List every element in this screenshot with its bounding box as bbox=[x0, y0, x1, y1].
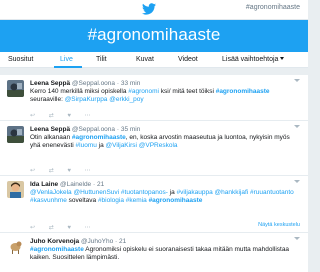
active-tab-indicator bbox=[54, 66, 82, 68]
avatar[interactable] bbox=[7, 238, 24, 255]
author-handle[interactable]: @Seppal.oona bbox=[72, 126, 115, 133]
top-bar: #agronomihaaste bbox=[0, 0, 308, 20]
tab-more-options[interactable]: Lisää vaihtoehtoja bbox=[222, 56, 285, 63]
tweet-time[interactable]: 33 min bbox=[121, 80, 141, 87]
more-icon[interactable]: ⋯ bbox=[85, 112, 91, 119]
tweet-text-fragment: ksi/ mitä teet töiksi bbox=[158, 88, 216, 95]
chevron-down-icon[interactable] bbox=[294, 79, 300, 82]
separator-dot: · bbox=[115, 238, 118, 245]
more-icon[interactable]: ⋯ bbox=[85, 224, 91, 231]
hashtag-link[interactable]: #luomu bbox=[76, 142, 97, 149]
tweet-header: Leena Seppä @Seppal.oona · 33 min bbox=[30, 80, 300, 87]
caret-down-icon bbox=[280, 57, 285, 60]
hashtag-link[interactable]: #ruuantuotanto bbox=[250, 189, 294, 196]
tweet-header: Leena Seppä @Seppal.oona · 35 min bbox=[30, 126, 300, 133]
tweet-text-fragment: ja bbox=[167, 189, 177, 196]
tweet-text: Otin alkanaan #agronomihaaste, en, koska… bbox=[30, 134, 300, 150]
retweet-icon[interactable]: ⇄ bbox=[49, 224, 54, 231]
tweet-text: Kerro 140 merkillä miksi opiskella #agro… bbox=[30, 88, 300, 104]
hashtag-link[interactable]: #kasvunhme bbox=[30, 197, 67, 204]
tweet-text: #agronomihaaste Agronomiksi opiskelu ei … bbox=[30, 246, 300, 262]
mention-link[interactable]: @VenlaJokela bbox=[30, 189, 72, 196]
tweet-time[interactable]: 21 bbox=[119, 238, 126, 245]
avatar[interactable] bbox=[7, 181, 24, 198]
hashtag-link[interactable]: #agronomihaaste bbox=[72, 134, 126, 141]
tab-kuvat[interactable]: Kuvat bbox=[136, 56, 154, 63]
retweet-icon[interactable]: ⇄ bbox=[49, 112, 54, 119]
avatar[interactable] bbox=[7, 80, 24, 97]
mention-link[interactable]: @hankkijafi bbox=[215, 189, 249, 196]
tweet-text-fragment: ja bbox=[96, 142, 106, 149]
author-handle[interactable]: @Lainelde bbox=[60, 181, 91, 188]
mention-link[interactable]: @ViljaKirsi bbox=[106, 142, 137, 149]
hashtag-link[interactable]: #agronomi bbox=[128, 88, 159, 95]
mention-link[interactable]: @VPReskola bbox=[139, 142, 178, 149]
tweet-header: Juho Korvenoja @JuhoYho · 21 bbox=[30, 238, 300, 245]
hashtag-link[interactable]: #biologia bbox=[98, 197, 124, 204]
hashtag-link[interactable]: #viljakauppa bbox=[177, 189, 213, 196]
author-name[interactable]: Leena Seppä bbox=[30, 80, 70, 87]
tweet-text-fragment: Kerro 140 merkillä miksi opiskella bbox=[30, 88, 129, 95]
hashtag-link[interactable]: #agronomihaaste bbox=[216, 88, 270, 95]
like-icon[interactable]: ♥ bbox=[67, 113, 71, 119]
separator-dot: · bbox=[93, 181, 96, 188]
tweet-actions: ↩ ⇄ ♥ ⋯ bbox=[30, 112, 103, 119]
page-title: #agronomihaaste bbox=[87, 25, 221, 44]
more-icon[interactable]: ⋯ bbox=[85, 167, 91, 174]
search-query-label[interactable]: #agronomihaaste bbox=[246, 4, 300, 11]
hashtag-hero: #agronomihaaste bbox=[0, 20, 308, 52]
separator-dot: · bbox=[116, 80, 120, 87]
tab-tilit[interactable]: Tilit bbox=[96, 56, 107, 63]
avatar[interactable] bbox=[7, 126, 24, 143]
chevron-down-icon[interactable] bbox=[294, 237, 300, 240]
twitter-bird-icon[interactable] bbox=[142, 3, 156, 15]
like-icon[interactable]: ♥ bbox=[67, 225, 71, 231]
author-handle[interactable]: @Seppal.oona bbox=[72, 80, 115, 87]
timeline: Leena Seppä @Seppal.oona · 33 min Kerro … bbox=[0, 75, 308, 272]
chevron-down-icon[interactable] bbox=[294, 180, 300, 183]
tweet[interactable]: Leena Seppä @Seppal.oona · 33 min Kerro … bbox=[0, 75, 308, 121]
tweet-text-fragment: soveltava bbox=[66, 197, 98, 204]
tweet-time[interactable]: 21 bbox=[97, 181, 104, 188]
tweet[interactable]: Leena Seppä @Seppal.oona · 35 min Otin a… bbox=[0, 121, 308, 176]
chevron-down-icon[interactable] bbox=[294, 125, 300, 128]
show-conversation-link[interactable]: Näytä keskustelu bbox=[258, 222, 300, 228]
author-name[interactable]: Ida Laine bbox=[30, 181, 58, 188]
hashtag-link[interactable]: #agronomihaaste bbox=[30, 246, 84, 253]
tweet-actions: ↩ ⇄ ♥ ⋯ bbox=[30, 167, 103, 174]
tab-suositut[interactable]: Suositut bbox=[8, 56, 33, 63]
reply-icon[interactable]: ↩ bbox=[30, 224, 35, 231]
tweet[interactable]: Ida Laine @Lainelde · 21 @VenlaJokela @H… bbox=[0, 176, 308, 233]
author-name[interactable]: Juho Korvenoja bbox=[30, 238, 79, 245]
tweet-header: Ida Laine @Lainelde · 21 bbox=[30, 181, 300, 188]
author-handle[interactable]: @JuhoYho bbox=[81, 238, 113, 245]
tab-live[interactable]: Live bbox=[60, 56, 73, 63]
mention-link[interactable]: @HuttunenSuvi bbox=[73, 189, 119, 196]
hashtag-link[interactable]: #tuotantopanos- bbox=[121, 189, 168, 196]
hashtag-link[interactable]: #kemia bbox=[126, 197, 147, 204]
tab-more-options-label: Lisää vaihtoehtoja bbox=[222, 56, 279, 63]
tweet-actions: ↩ ⇄ ♥ ⋯ bbox=[30, 224, 103, 231]
tweet-time[interactable]: 35 min bbox=[121, 126, 141, 133]
author-name[interactable]: Leena Seppä bbox=[30, 126, 70, 133]
tab-videot[interactable]: Videot bbox=[178, 56, 198, 63]
tweet-text-fragment: seuraaville: bbox=[30, 96, 65, 103]
reply-icon[interactable]: ↩ bbox=[30, 112, 35, 119]
mention-link[interactable]: @erkki_poy bbox=[109, 96, 143, 103]
reply-icon[interactable]: ↩ bbox=[30, 167, 35, 174]
retweet-icon[interactable]: ⇄ bbox=[49, 167, 54, 174]
like-icon[interactable]: ♥ bbox=[67, 168, 71, 174]
tweet-text: @VenlaJokela @HuttunenSuvi #tuotantopano… bbox=[30, 189, 300, 205]
tweet[interactable]: Juho Korvenoja @JuhoYho · 21 #agronomiha… bbox=[0, 233, 308, 272]
search-tabs: Suositut Live Tilit Kuvat Videot Lisää v… bbox=[0, 52, 308, 68]
tweet-text-fragment: Otin alkanaan bbox=[30, 134, 72, 141]
hashtag-text: #agronomihaaste bbox=[30, 246, 84, 253]
separator-dot: · bbox=[116, 126, 120, 133]
mention-link[interactable]: @SirpaKurppa bbox=[65, 96, 108, 103]
hashtag-link[interactable]: #agronomihaaste bbox=[149, 197, 203, 204]
